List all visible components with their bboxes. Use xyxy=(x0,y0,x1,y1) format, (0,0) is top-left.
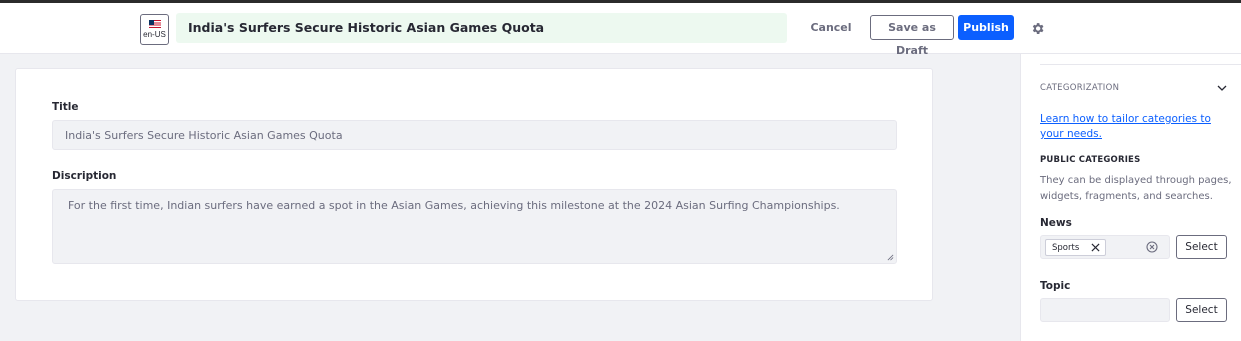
categorization-sidebar: CATEGORIZATION Learn how to tailor categ… xyxy=(1020,54,1241,341)
content-form-card: Title Discription For the first time, In… xyxy=(15,68,933,301)
category-tag-label: Sports xyxy=(1052,242,1080,253)
save-as-draft-button[interactable]: Save as Draft xyxy=(870,15,954,57)
description-text: For the first time, Indian surfers have … xyxy=(68,199,840,212)
clear-all-icon[interactable] xyxy=(1146,241,1158,253)
language-selector-button[interactable]: en-US xyxy=(140,14,169,45)
public-categories-description: They can be displayed through pages, wid… xyxy=(1040,175,1232,202)
description-field-label: Discription xyxy=(52,170,117,182)
news-select-button[interactable]: Select xyxy=(1176,235,1227,259)
topic-select-button[interactable]: Select xyxy=(1176,298,1227,322)
chevron-down-icon[interactable] xyxy=(1217,84,1227,92)
sidebar-divider xyxy=(1040,64,1241,65)
categorization-heading[interactable]: CATEGORIZATION xyxy=(1040,83,1119,93)
description-textarea[interactable]: For the first time, Indian surfers have … xyxy=(52,189,897,264)
news-category-input[interactable]: Sports xyxy=(1040,235,1170,259)
publish-button[interactable]: Publish xyxy=(958,15,1014,40)
title-field[interactable] xyxy=(52,120,897,150)
learn-categories-link[interactable]: Learn how to tailor categories to your n… xyxy=(1040,112,1230,142)
us-flag-icon xyxy=(148,20,161,28)
article-title-input[interactable] xyxy=(176,13,787,43)
gear-icon[interactable] xyxy=(1030,21,1045,36)
news-vocabulary-label: News xyxy=(1040,217,1072,229)
editor-header: en-US Cancel Save as Draft Publish xyxy=(0,3,1241,57)
cancel-button[interactable]: Cancel xyxy=(806,15,856,40)
public-categories-heading: PUBLIC CATEGORIES xyxy=(1040,155,1141,165)
title-field-label: Title xyxy=(52,101,79,113)
topic-vocabulary-label: Topic xyxy=(1040,280,1071,292)
topic-category-input[interactable] xyxy=(1040,298,1170,322)
close-icon[interactable] xyxy=(1091,243,1100,252)
category-tag-chip: Sports xyxy=(1045,239,1106,256)
language-code: en-US xyxy=(143,30,166,39)
resize-grip-icon[interactable] xyxy=(887,254,894,261)
